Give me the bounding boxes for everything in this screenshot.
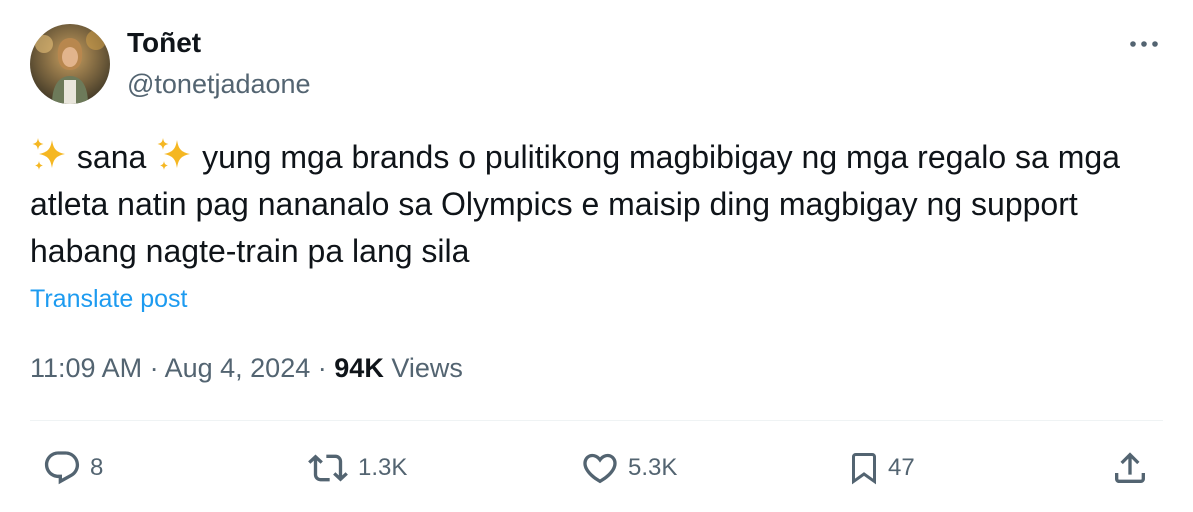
like-button[interactable]: 5.3K [578, 448, 677, 488]
tweet-word-sana: sana [76, 139, 147, 175]
reply-count: 8 [90, 454, 104, 481]
meta-separator: · [317, 353, 327, 383]
views-count: 94K [334, 353, 384, 383]
bookmark-icon [852, 453, 876, 485]
sparkles-icon [30, 136, 68, 174]
reply-button[interactable]: 8 [40, 448, 103, 488]
avatar[interactable] [30, 24, 110, 104]
heart-icon [583, 453, 617, 484]
tweet-date[interactable]: Aug 4, 2024 [165, 353, 311, 383]
meta-separator: · [149, 353, 159, 383]
tweet-body: yung mga brands o pulitikong magbibigay … [30, 139, 1120, 269]
reply-bubble-icon [44, 451, 80, 485]
views-label: Views [391, 353, 463, 383]
tweet-card: Toñet @tonetjadaone ✨ sana ✨ yung mga br… [0, 0, 1193, 512]
repost-arrows-icon [308, 454, 348, 482]
sparkles-icon [155, 136, 193, 174]
avatar-photo [30, 24, 110, 104]
bookmark-count: 47 [888, 454, 915, 481]
translate-post-link[interactable]: Translate post [30, 284, 187, 314]
more-options-button[interactable] [1124, 26, 1164, 62]
divider [30, 420, 1163, 421]
tweet-text: ✨ sana ✨ yung mga brands o pulitikong ma… [30, 134, 1150, 275]
tweet-meta: 11:09 AM · Aug 4, 2024 · 94K Views [30, 351, 463, 385]
like-count: 5.3K [628, 454, 678, 481]
share-button[interactable] [1110, 448, 1150, 488]
repost-count: 1.3K [358, 454, 408, 481]
tweet-time[interactable]: 11:09 AM [30, 353, 142, 383]
author-name[interactable]: Toñet [127, 26, 201, 60]
more-horizontal-icon [1130, 41, 1158, 47]
share-upload-icon [1115, 452, 1145, 483]
repost-button[interactable]: 1.3K [304, 448, 407, 488]
author-handle[interactable]: @tonetjadaone [127, 68, 311, 100]
bookmark-button[interactable]: 47 [846, 448, 915, 488]
